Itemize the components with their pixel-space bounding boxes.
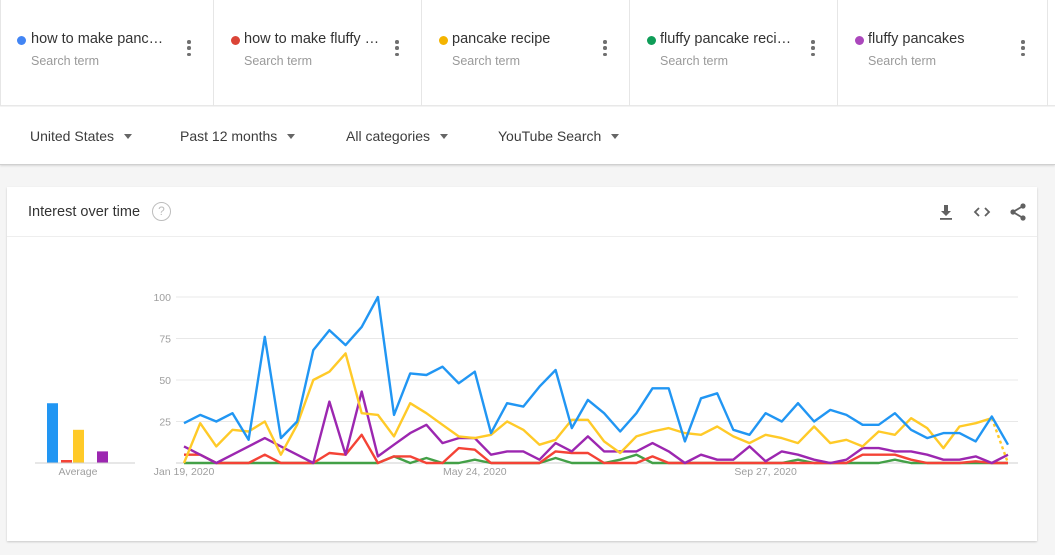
category-label: All categories: [346, 128, 431, 144]
search-term-name: pancake recipe: [452, 31, 551, 47]
region-dropdown[interactable]: United States: [30, 128, 133, 144]
search-terms-bar: how to make panc… Search term how to mak…: [0, 0, 1055, 106]
x-axis-labels: Jan 19, 2020 May 24, 2020 Sep 27, 2020: [154, 466, 797, 478]
x-tick-label: Sep 27, 2020: [734, 466, 797, 478]
series-line[interactable]: [183, 295, 1010, 446]
category-dropdown[interactable]: All categories: [346, 128, 449, 144]
y-tick-label: 50: [159, 375, 171, 387]
more-vert-icon[interactable]: [395, 40, 399, 56]
search-term-type: Search term: [244, 54, 313, 68]
filters-bar: United States Past 12 months All categor…: [0, 107, 1055, 165]
series-color-dot: [647, 36, 656, 45]
search-term-name: how to make fluffy …: [244, 31, 380, 47]
caret-down-icon: [611, 133, 620, 139]
search-term-type: Search term: [31, 54, 100, 68]
y-tick-label: 100: [153, 292, 171, 304]
search-property-label: YouTube Search: [498, 128, 602, 144]
series-color-dot: [231, 36, 240, 45]
search-term-name: how to make panc…: [31, 31, 164, 47]
search-term-card[interactable]: how to make fluffy … Search term: [214, 0, 422, 106]
interest-chart: Average 25 50 75 100 Jan 19, 2020 May 24, 20…: [35, 292, 1018, 478]
time-range-dropdown[interactable]: Past 12 months: [180, 128, 296, 144]
more-vert-icon[interactable]: [811, 40, 815, 56]
search-term-type: Search term: [868, 54, 937, 68]
series-color-dot: [439, 36, 448, 45]
series-color-dot: [17, 36, 26, 45]
search-term-card[interactable]: pancake recipe Search term: [422, 0, 630, 106]
search-term-card[interactable]: how to make panc… Search term: [0, 0, 214, 106]
y-tick-label: 25: [159, 417, 171, 429]
average-bar[interactable]: [73, 429, 84, 463]
search-term-card[interactable]: fluffy pancakes Search term: [838, 0, 1048, 106]
region-label: United States: [30, 128, 115, 144]
interest-over-time-card: Interest over time ? Average 25 50 75 100 J…: [7, 187, 1037, 541]
average-label: Average: [59, 466, 98, 478]
average-bar[interactable]: [47, 403, 58, 463]
caret-down-icon: [287, 133, 296, 139]
search-term-type: Search term: [452, 54, 521, 68]
y-tick-label: 75: [159, 334, 171, 346]
search-property-dropdown[interactable]: YouTube Search: [498, 128, 620, 144]
caret-down-icon: [124, 133, 133, 139]
series-line[interactable]: [183, 390, 1009, 465]
x-tick-label: May 24, 2020: [443, 466, 507, 478]
average-bar-chart: Average: [35, 403, 135, 478]
more-vert-icon[interactable]: [1021, 40, 1025, 56]
time-range-label: Past 12 months: [180, 128, 278, 144]
caret-down-icon: [440, 133, 449, 139]
x-tick-label: Jan 19, 2020: [154, 466, 215, 478]
more-vert-icon[interactable]: [603, 40, 607, 56]
search-term-type: Search term: [660, 54, 729, 68]
search-term-name: fluffy pancake reci…: [660, 31, 792, 47]
series-color-dot: [855, 36, 864, 45]
more-vert-icon[interactable]: [187, 40, 191, 56]
series-line[interactable]: [182, 352, 993, 464]
average-bar[interactable]: [97, 451, 108, 463]
search-term-name: fluffy pancakes: [868, 31, 965, 47]
search-term-card[interactable]: fluffy pancake reci… Search term: [630, 0, 838, 106]
